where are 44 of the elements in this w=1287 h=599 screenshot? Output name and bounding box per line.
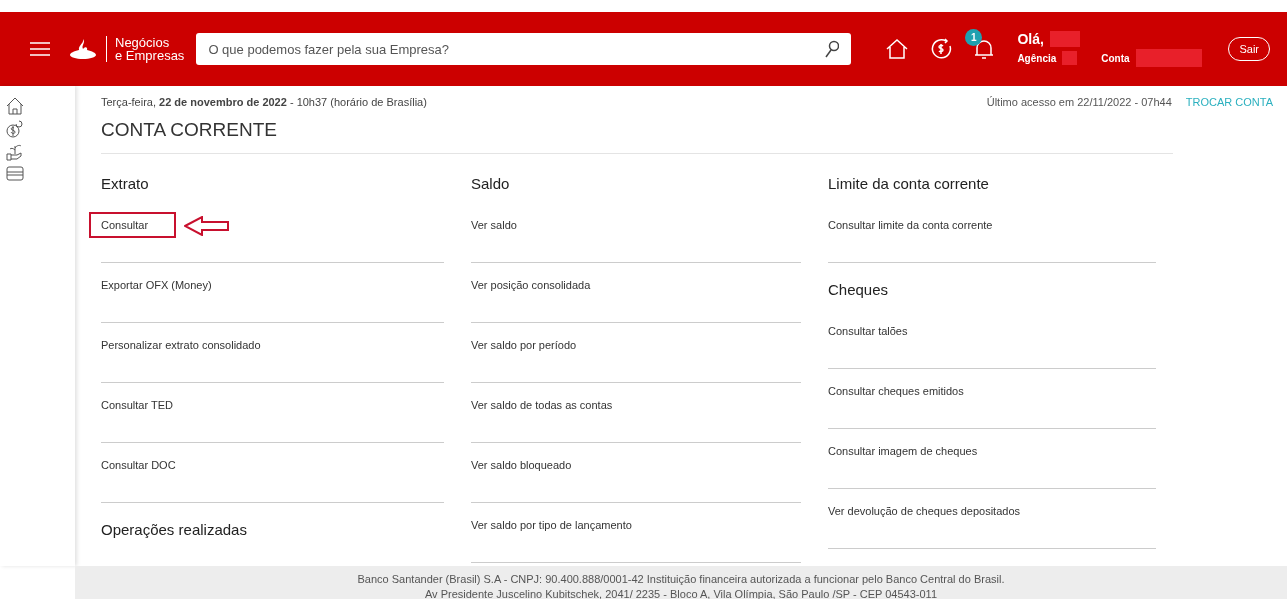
menu-link[interactable]: Consultar talões [828,325,908,337]
dollar-refresh-icon[interactable] [5,119,25,139]
hand-plant-icon[interactable] [5,142,25,162]
card-stack-icon[interactable] [5,165,25,183]
dollar-refresh-icon[interactable] [929,37,954,61]
brand-name: e Empresas [115,49,185,62]
menu-link[interactable]: Ver devolução de cheques depositados [828,505,1021,517]
menu-icon[interactable] [30,42,50,56]
section-heading: Limite da conta corrente [828,175,990,194]
account-label: Conta [1101,52,1130,64]
menu-link[interactable]: Ver saldo por período [471,339,577,351]
menu-link[interactable]: Consultar TED [101,399,173,411]
section-heading: Cheques [828,281,890,300]
section-heading: Extrato [101,175,150,194]
last-access-text: Último acesso em 22/11/2022 - 07h44 [986,96,1172,108]
section-heading: Saldo [471,175,511,194]
greeting: Olá, [1017,31,1044,47]
home-icon[interactable] [5,96,25,116]
redaction-block [1062,51,1078,65]
page-title: CONTA CORRENTE [101,119,1173,154]
section-heading: Operações realizadas [101,521,248,540]
menu-link[interactable]: Consultar imagem de cheques [828,445,978,457]
notification-badge: 1 [965,29,983,46]
arrow-icon [184,216,231,236]
date-text: Terça-feira, 22 de novembro de 2022 - 10h37 (horário de Brasília) [101,96,427,108]
search-icon[interactable] [825,40,840,58]
menu-link[interactable]: Ver saldo bloqueado [471,459,572,471]
footer-text: Banco Santander (Brasil) S.A - CNPJ: 90.400.888/0001-42 Instituição financeira autorizada a funcionar pelo Banco Central do Brasil. [356,572,1006,587]
agency-label: Agência [1017,52,1057,64]
brand-name: Negócios [115,36,171,49]
menu-link[interactable]: Ver saldo [471,219,517,231]
home-icon[interactable] [885,37,910,61]
redaction-block [1049,31,1080,47]
flame-logo-icon [70,39,96,59]
menu-link[interactable]: Ver posição consolidada [471,279,591,291]
redaction-block [1135,49,1202,67]
menu-link[interactable]: Consultar DOC [101,459,176,471]
menu-link[interactable]: Consultar [89,212,177,238]
menu-link[interactable]: Exportar OFX (Money) [101,279,212,291]
menu-link[interactable]: Ver saldo de todas as contas [471,399,613,411]
menu-link[interactable]: Consultar cheques emitidos [828,385,964,397]
menu-link[interactable]: Ver saldo por tipo de lançamento [471,519,632,531]
menu-link[interactable]: Consultar limite da conta corrente [828,219,993,231]
menu-link[interactable]: Personalizar extrato consolidado [101,339,261,351]
